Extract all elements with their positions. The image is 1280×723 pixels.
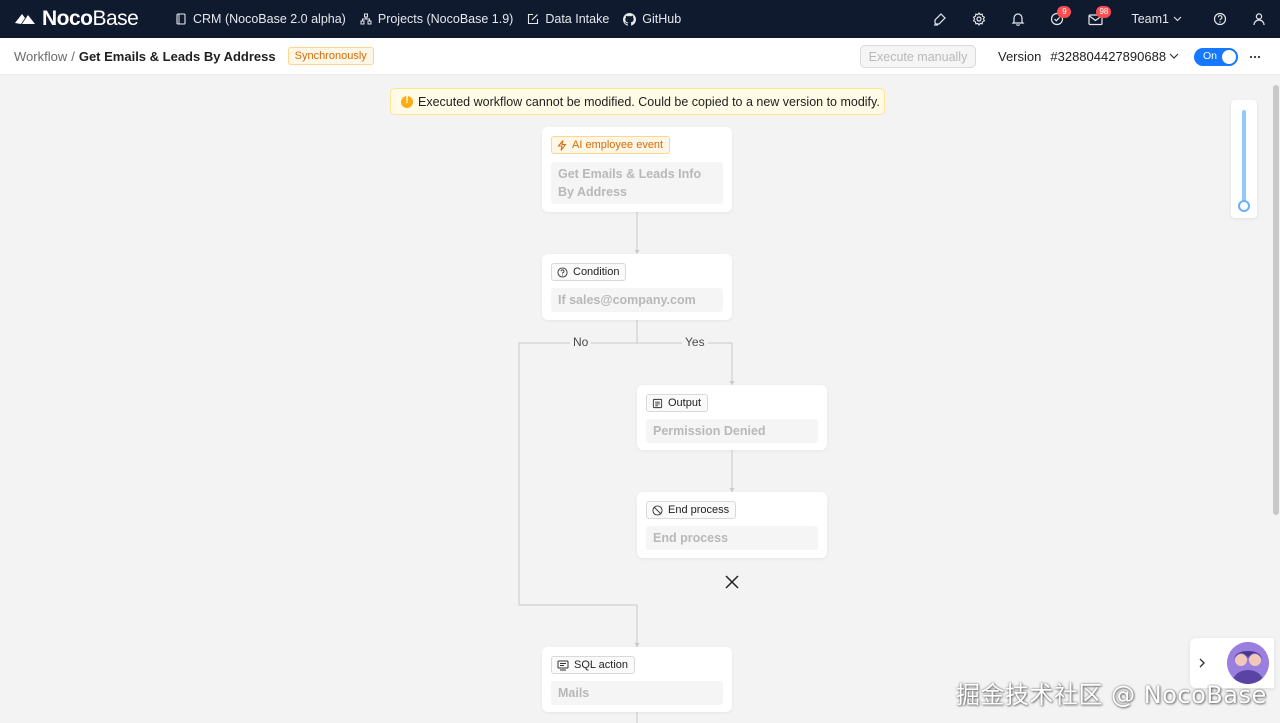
workflow-enabled-toggle[interactable]: On <box>1194 48 1238 66</box>
node-title: Permission Denied <box>646 419 818 443</box>
brand-logo[interactable]: NocoBase <box>13 7 163 31</box>
workflow-canvas[interactable]: Executed workflow cannot be modified. Co… <box>0 75 1280 723</box>
gear-icon <box>972 12 986 26</box>
branch-label-no: No <box>570 335 592 349</box>
github-icon <box>623 12 637 26</box>
highlighter-icon <box>933 13 946 26</box>
top-navbar: NocoBase CRM (NocoBase 2.0 alpha) Projec… <box>0 0 1280 38</box>
node-type-tag: End process <box>646 501 737 519</box>
stop-icon <box>652 504 663 516</box>
condition-node[interactable]: Condition If sales@company.com <box>542 254 732 320</box>
logo-icon <box>15 14 35 24</box>
node-type-tag: AI employee event <box>551 136 671 154</box>
nav-links: CRM (NocoBase 2.0 alpha) Projects (NocoB… <box>175 12 695 26</box>
mail-badge: 98 <box>1096 6 1112 18</box>
nav-link-github[interactable]: GitHub <box>623 12 681 26</box>
help-button[interactable] <box>1200 0 1239 38</box>
zoom-slider[interactable] <box>1231 100 1257 218</box>
team-selector[interactable]: Team1 <box>1131 12 1182 26</box>
nav-link-label: Projects (NocoBase 1.9) <box>377 12 514 26</box>
watermark: 掘金技术社区 @ NocoBase <box>956 681 1267 709</box>
brand-text-bold: Noco <box>42 7 93 30</box>
ellipsis-icon <box>1249 55 1261 59</box>
trigger-node[interactable]: AI employee event Get Emails & Leads Inf… <box>542 127 732 212</box>
team-label: Team1 <box>1131 12 1169 26</box>
nav-link-crm[interactable]: CRM (NocoBase 2.0 alpha) <box>175 12 346 26</box>
breadcrumb: Workflow / Get Emails & Leads By Address <box>14 49 276 64</box>
node-type-label: AI employee event <box>572 139 664 151</box>
workflow-header: Workflow / Get Emails & Leads By Address… <box>0 38 1280 75</box>
branch-label-yes: Yes <box>682 335 708 349</box>
version-id: #328804427890688 <box>1050 49 1167 64</box>
nav-link-projects[interactable]: Projects (NocoBase 1.9) <box>360 12 513 26</box>
settings-button[interactable] <box>959 0 998 38</box>
output-icon <box>652 398 663 408</box>
node-title: End process <box>646 526 818 550</box>
nav-link-label: GitHub <box>642 12 682 26</box>
user-icon <box>1252 13 1265 26</box>
question-circle-icon <box>557 266 568 278</box>
zoom-handle[interactable] <box>1238 200 1250 212</box>
sitemap-icon <box>360 13 372 25</box>
thunderbolt-icon <box>557 139 567 151</box>
bell-icon <box>1011 13 1025 26</box>
node-type-tag: SQL action <box>551 656 636 674</box>
node-title: If sales@company.com <box>551 288 723 312</box>
nav-link-data-intake[interactable]: Data Intake <box>527 12 609 26</box>
mail-button[interactable]: 98 <box>1076 0 1115 38</box>
sync-mode-tag: Synchronously <box>287 47 374 65</box>
ui-editor-button[interactable] <box>920 0 959 38</box>
chevron-down-icon <box>1173 16 1182 22</box>
node-type-label: Output <box>668 397 702 409</box>
chevron-right-icon[interactable] <box>1194 655 1210 671</box>
page-title: Get Emails & Leads By Address <box>78 48 276 64</box>
breadcrumb-separator: / <box>71 48 75 64</box>
node-type-tag: Output <box>646 394 709 412</box>
tasks-button[interactable]: 9 <box>1037 0 1076 38</box>
nav-link-label: CRM (NocoBase 2.0 alpha) <box>193 12 346 26</box>
breadcrumb-workflow-link[interactable]: Workflow <box>14 49 67 64</box>
notifications-button[interactable] <box>998 0 1037 38</box>
console-icon <box>557 660 569 670</box>
nav-right-tools: 9 98 Team1 <box>920 0 1280 38</box>
end-process-node[interactable]: End process End process <box>637 492 827 558</box>
toggle-label: On <box>1203 50 1218 62</box>
node-type-label: SQL action <box>574 659 629 671</box>
node-type-label: End process <box>668 504 730 516</box>
execute-manually-button[interactable]: Execute manually <box>860 45 976 68</box>
brand-text-light: Base <box>92 7 139 30</box>
tasks-badge: 9 <box>1057 6 1072 18</box>
more-actions-button[interactable] <box>1246 48 1264 66</box>
user-menu-button[interactable] <box>1239 0 1278 38</box>
output-node[interactable]: Output Permission Denied <box>637 385 827 450</box>
question-circle-icon <box>1213 12 1226 26</box>
edit-icon <box>528 13 539 25</box>
sql-action-node[interactable]: SQL action Mails <box>542 647 732 712</box>
vertical-scrollbar[interactable] <box>1273 85 1279 515</box>
book-icon <box>176 13 186 25</box>
version-selector[interactable]: Version #328804427890688 <box>998 38 1179 75</box>
nav-link-label: Data Intake <box>545 12 610 26</box>
node-type-tag: Condition <box>551 263 627 281</box>
branch-end-icon <box>725 575 739 589</box>
node-title: Get Emails & Leads Info By Address <box>551 162 723 204</box>
node-title: Mails <box>551 681 723 705</box>
node-type-label: Condition <box>573 266 620 278</box>
chevron-down-icon <box>1169 53 1179 59</box>
version-label: Version <box>998 49 1042 64</box>
zoom-track[interactable] <box>1242 110 1246 205</box>
toggle-knob <box>1222 50 1236 64</box>
